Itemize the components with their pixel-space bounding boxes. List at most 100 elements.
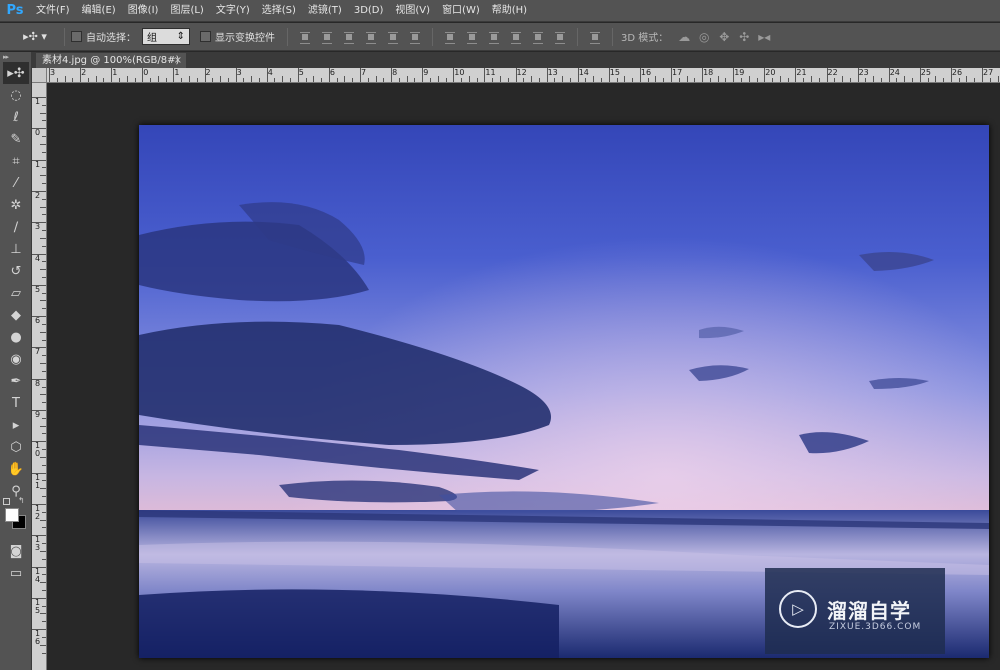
align-right-edges-icon[interactable] (407, 29, 423, 45)
healing-icon[interactable]: ✲ (3, 194, 29, 216)
ruler-tick (32, 410, 46, 411)
crop-icon[interactable]: ⌗ (3, 150, 29, 172)
menu-3d[interactable]: 3D(D) (348, 0, 390, 22)
eyedropper-icon[interactable]: ⁄ (3, 172, 29, 194)
auto-select-checkbox[interactable] (71, 31, 82, 42)
ruler-tick (958, 78, 960, 82)
ruler-tick (42, 308, 46, 310)
horizontal-ruler[interactable]: 3 2 1 0 1 2 3 4 5 6 7 8 9 10 11 12 13 14 15 16 17 18 19 20 21 22 2… (47, 68, 1000, 83)
ruler-tick (42, 323, 46, 325)
options-bar: ▸✣ ▾ 自动选择： 组 ⇕ 显示变换控件 3D 模式： ☁ ◎ ✥ ✣ ▸◂ (0, 23, 1000, 51)
ruler-tick (795, 68, 797, 82)
auto-select-dropdown[interactable]: 组 ⇕ (142, 28, 190, 45)
menu-type[interactable]: 文字(Y) (210, 0, 256, 22)
menu-select[interactable]: 选择(S) (256, 0, 302, 22)
ruler-tick (507, 78, 509, 82)
quick-mask-icon[interactable]: ◙ (3, 540, 29, 562)
ruler-tick (42, 276, 46, 278)
ruler-tick (32, 378, 46, 380)
drag-3d-icon[interactable]: ✥ (716, 29, 732, 45)
brush-icon[interactable]: ∕ (3, 216, 29, 238)
ruler-origin[interactable] (32, 68, 47, 83)
history-brush-icon[interactable]: ↺ (3, 260, 29, 282)
distribute-left-icon[interactable] (508, 29, 524, 45)
ruler-tick (499, 76, 501, 82)
ruler-tick (461, 78, 463, 82)
photoshop-logo[interactable]: Ps (0, 0, 30, 22)
ruler-tick (748, 76, 750, 82)
menu-edit[interactable]: 编辑(E) (76, 0, 122, 22)
ruler-top-label: 19 (734, 68, 745, 77)
menu-help[interactable]: 帮助(H) (486, 0, 533, 22)
ruler-tick (142, 68, 144, 82)
distribute-top-icon[interactable] (442, 29, 458, 45)
distribute-bottom-icon[interactable] (486, 29, 502, 45)
ruler-tick (204, 68, 206, 82)
ruler-top-label: 14 (578, 68, 589, 77)
quick-select-icon[interactable]: ✎ (3, 128, 29, 150)
screen-mode-icon[interactable]: ▭ (3, 562, 29, 584)
path-select-icon[interactable]: ▸ (3, 414, 29, 436)
stamp-icon[interactable]: ⊥ (3, 238, 29, 260)
eraser-icon[interactable]: ▱ (3, 282, 29, 304)
ruler-tick (32, 253, 46, 255)
ruler-tick (42, 543, 46, 545)
vertical-ruler[interactable]: 101234567891 01 11 21 31 41 51 6 (32, 83, 47, 670)
scale-3d-icon[interactable]: ▸◂ (756, 29, 772, 45)
marquee-icon[interactable]: ◌ (3, 84, 29, 106)
orbit-3d-icon[interactable]: ☁ (676, 29, 692, 45)
menu-layer[interactable]: 图层(L) (164, 0, 209, 22)
ruler-tick (118, 78, 120, 82)
ruler-tick (305, 78, 307, 82)
ruler-top-label: 21 (796, 68, 807, 77)
ruler-tick (896, 78, 898, 82)
pen-icon[interactable]: ✒ (3, 370, 29, 392)
ruler-tick (40, 269, 46, 271)
collapse-toggle-icon[interactable]: ▸▸ (0, 52, 31, 62)
close-tab-icon[interactable]: × (174, 53, 182, 68)
distribute-right-icon[interactable] (552, 29, 568, 45)
document-tab[interactable]: 素材4.jpg @ 100%(RGB/8#) × (36, 53, 186, 68)
ruler-tick (274, 78, 276, 82)
menu-file[interactable]: 文件(F) (30, 0, 76, 22)
ruler-tick (709, 78, 711, 82)
swap-colors-icon[interactable]: ↰ (18, 496, 25, 505)
bucket-icon[interactable]: ◆ (3, 304, 29, 326)
ruler-tick (32, 535, 46, 537)
menu-window[interactable]: 窗口(W) (436, 0, 486, 22)
ruler-tick (32, 159, 46, 161)
menu-view[interactable]: 视图(V) (389, 0, 436, 22)
align-left-edges-icon[interactable] (363, 29, 379, 45)
foreground-color-swatch[interactable] (5, 508, 19, 522)
distribute-vcenter-icon[interactable] (464, 29, 480, 45)
ruler-tick (725, 78, 727, 82)
ruler-tick (523, 78, 525, 82)
ruler-left-label: 1 4 (35, 566, 41, 584)
shape-icon[interactable]: ⬡ (3, 436, 29, 458)
distribute-hcenter-icon[interactable] (530, 29, 546, 45)
type-icon[interactable]: T (3, 392, 29, 414)
ruler-tick (865, 78, 867, 82)
align-horizontal-centers-icon[interactable] (385, 29, 401, 45)
ruler-tick (42, 198, 46, 200)
ruler-tick (134, 78, 136, 82)
dodge-icon[interactable]: ◉ (3, 348, 29, 370)
lasso-icon[interactable]: ℓ (3, 106, 29, 128)
align-vertical-centers-icon[interactable] (319, 29, 335, 45)
blur-icon[interactable]: ● (3, 326, 29, 348)
auto-align-layers-icon[interactable] (587, 29, 603, 45)
roll-3d-icon[interactable]: ◎ (696, 29, 712, 45)
slide-3d-icon[interactable]: ✣ (736, 29, 752, 45)
ruler-tick (531, 76, 533, 82)
default-colors-icon[interactable] (3, 498, 10, 505)
menu-image[interactable]: 图像(I) (122, 0, 165, 22)
tool-preset-picker[interactable]: ▸✣ ▾ (12, 26, 58, 48)
ruler-tick (173, 68, 175, 82)
move-tool-icon[interactable]: ▸✣ (3, 62, 29, 84)
hand-icon[interactable]: ✋ (3, 458, 29, 480)
align-top-edges-icon[interactable] (297, 29, 313, 45)
menu-filter[interactable]: 滤镜(T) (302, 0, 348, 22)
show-transform-checkbox[interactable] (200, 31, 211, 42)
align-bottom-edges-icon[interactable] (341, 29, 357, 45)
divider (577, 27, 578, 46)
